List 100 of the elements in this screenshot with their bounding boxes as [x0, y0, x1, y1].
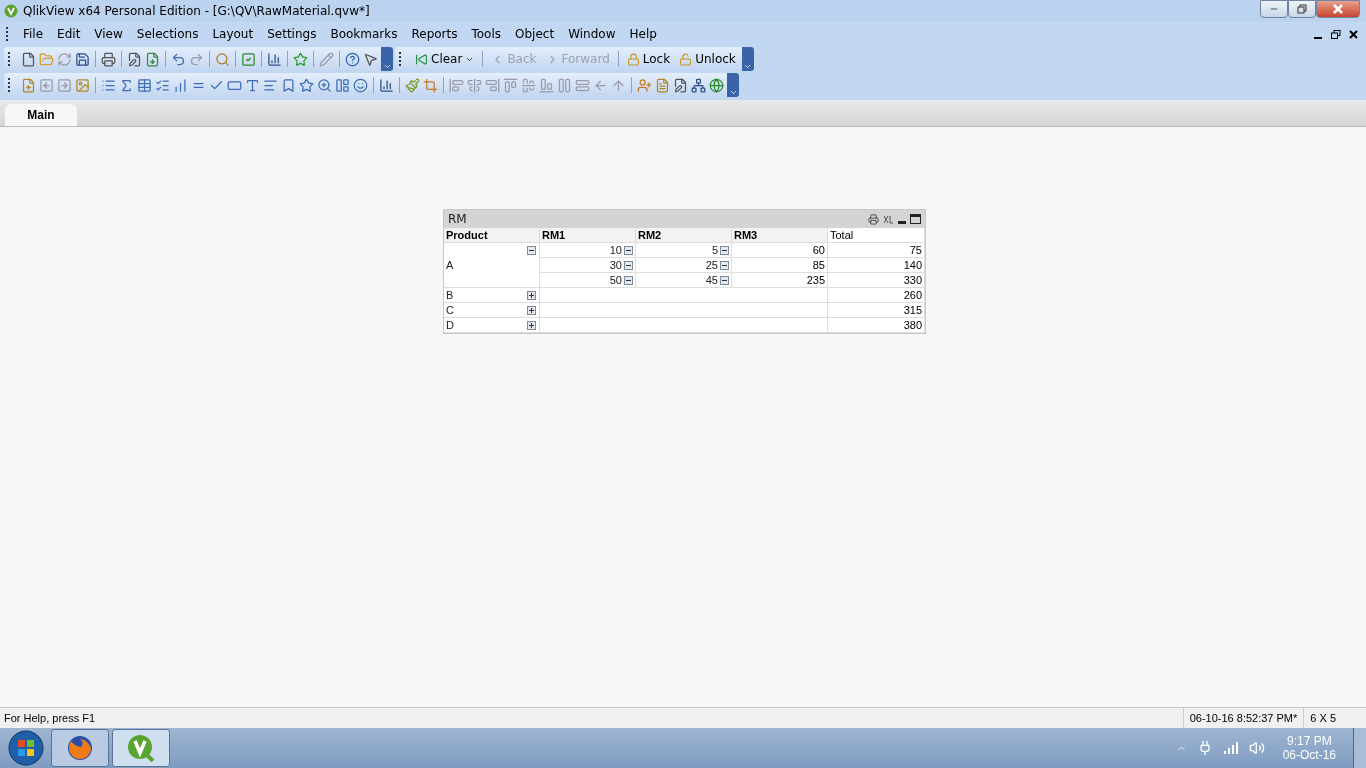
menu-item[interactable]: Object	[508, 27, 562, 41]
caret-icon[interactable]	[382, 62, 392, 71]
caret-icon[interactable]	[743, 62, 753, 71]
close-button[interactable]	[1316, 0, 1360, 18]
column-header[interactable]: Total	[828, 228, 925, 243]
space-vertical-icon[interactable]	[557, 77, 572, 93]
collapse-toggle[interactable]	[624, 245, 633, 255]
column-header[interactable]: RM2	[636, 228, 732, 243]
collapse-toggle[interactable]	[720, 260, 729, 270]
save-icon[interactable]	[75, 51, 90, 67]
menu-item[interactable]: Window	[561, 27, 623, 41]
column-header[interactable]: Product	[444, 228, 540, 243]
expand-toggle[interactable]	[527, 291, 536, 300]
edit-document-icon[interactable]	[127, 51, 142, 67]
minimize-button[interactable]	[1260, 0, 1288, 18]
product-label: A	[446, 257, 454, 273]
menu-item[interactable]: Tools	[464, 27, 509, 41]
table-cell: 45	[636, 273, 732, 288]
align-top-icon[interactable]	[539, 77, 554, 93]
sigma-icon[interactable]	[119, 77, 134, 93]
multi-box-icon[interactable]	[155, 77, 170, 93]
smiley-icon[interactable]	[353, 77, 368, 93]
text-object-icon[interactable]	[245, 77, 260, 93]
import-document-icon[interactable]	[145, 51, 160, 67]
taskbar-button[interactable]	[51, 729, 109, 767]
volume-icon[interactable]	[1248, 740, 1265, 756]
new-document-icon[interactable]	[21, 51, 36, 67]
collapse-toggle[interactable]	[527, 246, 536, 255]
align-bottom-icon[interactable]	[503, 77, 518, 93]
align-right-icon[interactable]	[485, 77, 500, 93]
collapse-toggle[interactable]	[624, 260, 633, 270]
menu-item[interactable]: File	[16, 27, 51, 41]
container-icon[interactable]	[335, 77, 350, 93]
space-horizontal-icon[interactable]	[575, 77, 590, 93]
magnifier-icon[interactable]	[317, 77, 332, 93]
toolbar-button[interactable]: Clear	[412, 49, 478, 69]
toolbar-button[interactable]: Unlock	[676, 49, 739, 69]
user-icon[interactable]	[637, 77, 652, 93]
toolbar-options-button[interactable]	[741, 47, 754, 71]
align-middle-icon[interactable]	[521, 77, 536, 93]
toolbar-options-button[interactable]	[727, 73, 739, 97]
new-sheet-icon[interactable]	[21, 77, 36, 93]
redo-icon[interactable]	[189, 51, 204, 67]
align-center-icon[interactable]	[467, 77, 482, 93]
expand-toggle[interactable]	[527, 321, 536, 330]
restore-icon[interactable]	[1331, 29, 1341, 39]
list-box-icon[interactable]	[101, 77, 116, 93]
collapse-toggle[interactable]	[720, 245, 729, 255]
star-icon[interactable]	[299, 77, 314, 93]
search-icon[interactable]	[215, 51, 230, 67]
edit-form-icon[interactable]	[673, 77, 688, 93]
caret-icon[interactable]	[728, 88, 738, 97]
crop-icon[interactable]	[423, 77, 438, 93]
help-icon[interactable]	[345, 51, 360, 67]
sheet-image-icon[interactable]	[75, 77, 90, 93]
print-icon[interactable]	[868, 213, 879, 225]
excel-export-icon[interactable]	[883, 214, 894, 224]
app-logo-icon	[4, 4, 18, 18]
pointer-help-icon[interactable]	[363, 51, 378, 67]
table-icon[interactable]	[137, 77, 152, 93]
document-icon[interactable]	[655, 77, 670, 93]
sheet-tab[interactable]: Main	[5, 104, 77, 126]
chart-wizard-icon[interactable]	[379, 77, 394, 93]
print-icon[interactable]	[101, 51, 116, 67]
menu-item[interactable]: Selections	[129, 27, 206, 41]
chart-icon[interactable]	[267, 51, 282, 67]
checkbox-icon[interactable]	[241, 51, 256, 67]
pencil-icon[interactable]	[319, 51, 334, 67]
brush-icon[interactable]	[405, 77, 420, 93]
object-title: RM	[448, 212, 468, 226]
globe-document-icon[interactable]	[709, 77, 724, 93]
star-icon[interactable]	[293, 51, 308, 67]
show-desktop-button[interactable]	[1353, 728, 1366, 768]
lines-icon[interactable]	[263, 77, 278, 93]
expand-toggle[interactable]	[527, 306, 536, 315]
bookmark-icon[interactable]	[281, 77, 296, 93]
collapse-toggle[interactable]	[624, 275, 633, 285]
menu-item[interactable]: Bookmarks	[323, 27, 405, 41]
table-cell: 75	[828, 243, 925, 258]
taskbar-button[interactable]	[112, 729, 170, 767]
toolbar-button[interactable]: Lock	[623, 49, 674, 69]
signal-icon[interactable]	[1222, 741, 1239, 755]
table-cell: 30	[540, 258, 636, 273]
align-left-icon[interactable]	[449, 77, 464, 93]
column-header[interactable]: RM1	[540, 228, 636, 243]
menu-item[interactable]: Reports	[404, 27, 465, 41]
column-header[interactable]: RM3	[732, 228, 828, 243]
restore-button[interactable]	[1288, 0, 1316, 18]
menu-item[interactable]: Layout	[205, 27, 261, 41]
menu-item[interactable]: Edit	[50, 27, 88, 41]
diagram-icon[interactable]	[691, 77, 706, 93]
menu-item[interactable]: View	[87, 27, 130, 41]
menu-item[interactable]: Settings	[260, 27, 324, 41]
collapse-toggle[interactable]	[720, 275, 729, 285]
close-icon[interactable]	[1349, 29, 1358, 39]
menu-item[interactable]: Help	[622, 27, 664, 41]
bar-chart-icon[interactable]	[173, 77, 188, 93]
undo-icon[interactable]	[171, 51, 186, 67]
toolbar-options-button[interactable]	[381, 47, 393, 71]
maximize-icon[interactable]	[910, 214, 921, 224]
